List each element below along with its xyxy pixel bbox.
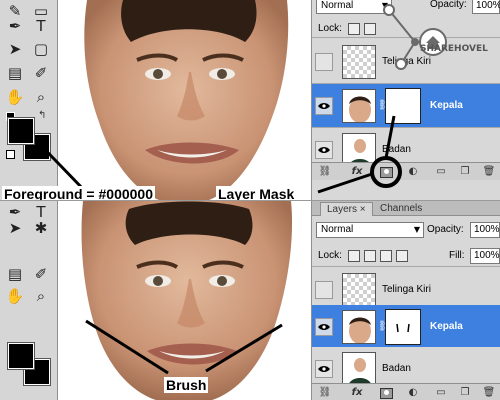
adjustment-icon[interactable]: ◐ [406, 386, 420, 400]
rectangle-tool-icon[interactable]: ▢ [30, 38, 52, 60]
eye-icon[interactable] [315, 97, 333, 115]
new-layer-icon[interactable]: ❐ [458, 386, 472, 400]
zoom-icon[interactable]: ⌕ [30, 86, 52, 108]
notes-icon[interactable]: ▤ [4, 263, 26, 285]
layer-name: Badan [382, 144, 411, 155]
panel-tabs: Layers × Channels [312, 201, 500, 216]
link-icon[interactable]: ⛓ [318, 386, 332, 400]
swap-colors-icon[interactable]: ↰ [38, 110, 46, 121]
zoom-icon[interactable]: ⌕ [30, 285, 52, 307]
hand-icon[interactable]: ✋ [4, 86, 26, 108]
lock-label: Lock: [318, 250, 342, 261]
layer-mask-icon[interactable] [380, 167, 393, 178]
type-icon[interactable]: T [30, 15, 52, 37]
eye-icon[interactable] [315, 318, 333, 336]
layer-row-kepala[interactable]: ⛓ Kepala [312, 305, 500, 349]
face-image [81, 201, 293, 400]
tab-layers-label: Layers [327, 204, 358, 215]
visibility-toggle[interactable] [315, 281, 333, 299]
layer-thumbnail [342, 310, 376, 344]
path-selection-icon[interactable]: ➤ [4, 217, 26, 239]
blend-mode-value: Normal [321, 0, 354, 11]
layers-footer: ⛓ fx ◐ ▭ ❐ 🗑 [312, 383, 500, 400]
fill-label: Fill: [449, 250, 465, 261]
eye-icon[interactable] [315, 360, 333, 378]
layers-panel: Layers × Channels Normal ▼ Opacity: 100%… [311, 201, 500, 400]
pen-icon[interactable]: ✒ [4, 15, 26, 37]
foreground-color-swatch[interactable] [7, 342, 35, 370]
layer-thumbnail [342, 352, 376, 386]
eyedropper-icon[interactable]: ✐ [30, 62, 52, 84]
layer-mask-thumbnail[interactable] [385, 309, 421, 345]
foreground-annotation: Foreground = #000000 [2, 186, 156, 200]
eyedropper-icon[interactable]: ✐ [30, 263, 52, 285]
canvas[interactable] [59, 201, 311, 400]
fx-icon[interactable]: fx [350, 165, 364, 179]
adjustment-icon[interactable]: ◐ [406, 165, 420, 179]
trash-icon[interactable]: 🗑 [482, 165, 496, 179]
top-screenshot: ✎ ▭ ✒ T ➤ ▢ ▤ ✐ ✋ ⌕ ↰ Normal ▼ Opacity: … [0, 0, 500, 200]
path-selection-icon[interactable]: ➤ [4, 38, 26, 60]
tab-channels[interactable]: Channels [374, 202, 428, 216]
layer-thumbnail [342, 45, 376, 79]
tab-layers[interactable]: Layers × [320, 202, 373, 216]
layers-footer: ⛓ fx ◐ ▭ ❐ 🗑 [312, 162, 500, 180]
new-layer-icon[interactable]: ❐ [458, 165, 472, 179]
layer-name: Telinga Kiri [382, 284, 431, 295]
lock-label: Lock: [318, 23, 342, 34]
face-image [84, 0, 289, 200]
layer-row-kepala[interactable]: ⛓ Kepala [312, 84, 500, 128]
layer-thumbnail [342, 89, 376, 123]
hand-icon[interactable]: ✋ [4, 285, 26, 307]
blend-mode-select[interactable]: Normal ▼ [316, 222, 424, 238]
layer-thumbnail [342, 273, 376, 307]
lock-image-icon[interactable] [364, 250, 376, 262]
bottom-screenshot: ✒ T ➤ ✱ ▤ ✐ ✋ ⌕ Layers × Channels Normal… [0, 200, 500, 400]
blend-mode-value: Normal [321, 224, 354, 235]
trash-icon[interactable]: 🗑 [482, 386, 496, 400]
canvas[interactable] [59, 0, 311, 200]
opacity-field[interactable]: 100% [470, 222, 500, 238]
lock-transparency-icon[interactable] [348, 23, 360, 35]
close-icon[interactable]: × [360, 204, 366, 215]
standard-mode-icon[interactable] [6, 150, 15, 159]
notes-icon[interactable]: ▤ [4, 62, 26, 84]
foreground-color-swatch-front[interactable] [7, 117, 35, 145]
eye-icon[interactable] [315, 141, 333, 159]
lock-transparency-icon[interactable] [348, 250, 360, 262]
lock-position-icon[interactable] [380, 250, 392, 262]
visibility-toggle[interactable] [315, 53, 333, 71]
layer-name: Kepala [430, 321, 463, 332]
opacity-label: Opacity: [427, 224, 464, 235]
watermark-text: SHAREHOVEL [420, 44, 488, 54]
group-icon[interactable]: ▭ [434, 165, 448, 179]
layer-mask-thumbnail[interactable] [385, 88, 421, 124]
fx-icon[interactable]: fx [350, 386, 364, 400]
sharehovel-watermark-logo: SHAREHOVEL [375, 2, 488, 74]
lock-all-icon[interactable] [396, 250, 408, 262]
fill-field[interactable]: 100% [470, 248, 500, 264]
toolbox: ✒ T ➤ ✱ ▤ ✐ ✋ ⌕ [0, 201, 58, 400]
group-icon[interactable]: ▭ [434, 386, 448, 400]
chevron-down-icon: ▼ [413, 225, 420, 234]
layer-mask-annotation: Layer Mask [216, 186, 297, 200]
brush-annotation: Brush [164, 377, 209, 393]
layer-name: Kepala [430, 100, 463, 111]
toolbox: ✎ ▭ ✒ T ➤ ▢ ▤ ✐ ✋ ⌕ ↰ [0, 0, 58, 200]
custom-shape-icon[interactable]: ✱ [30, 217, 52, 239]
link-icon[interactable]: ⛓ [318, 165, 332, 179]
layer-mask-icon[interactable] [380, 388, 393, 399]
lock-row: Lock: Fill: 100% [312, 245, 500, 267]
layer-name: Badan [382, 363, 411, 374]
